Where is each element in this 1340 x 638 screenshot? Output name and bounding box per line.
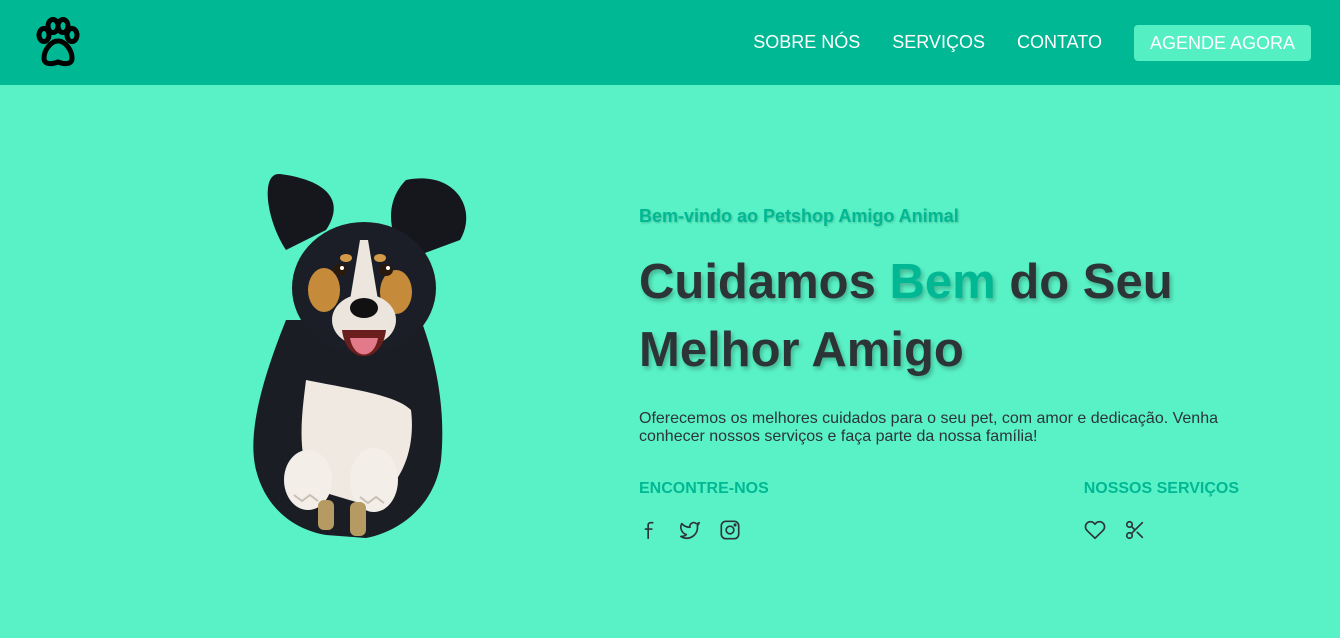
hero-links-row: ENCONTRE-NOS NOSSOS SERVIÇOS bbox=[639, 480, 1239, 541]
hero-subtitle: Bem-vindo ao Petshop Amigo Animal bbox=[639, 206, 959, 226]
hero-headline: Cuidamos Bem do Seu Melhor Amigo bbox=[639, 248, 1259, 384]
services-group: NOSSOS SERVIÇOS bbox=[1084, 480, 1239, 541]
nav-links: SOBRE NÓS SERVIÇOS CONTATO AGENDE AGORA bbox=[721, 24, 1311, 61]
facebook-icon[interactable] bbox=[639, 519, 661, 541]
headline-accent: Bem bbox=[889, 255, 996, 309]
find-us-group: ENCONTRE-NOS bbox=[639, 480, 769, 541]
twitter-icon[interactable] bbox=[679, 519, 701, 541]
paw-icon[interactable] bbox=[32, 16, 84, 69]
headline-part-1: Cuidamos bbox=[639, 255, 890, 309]
navbar: SOBRE NÓS SERVIÇOS CONTATO AGENDE AGORA bbox=[0, 0, 1340, 85]
nav-link-servicos[interactable]: SERVIÇOS bbox=[892, 32, 985, 53]
hero-description: Oferecemos os melhores cuidados para o s… bbox=[639, 410, 1218, 445]
hero-dog-image bbox=[246, 170, 482, 542]
service-icons bbox=[1084, 519, 1239, 541]
scissors-icon[interactable] bbox=[1124, 519, 1146, 541]
instagram-icon[interactable] bbox=[719, 519, 741, 541]
nav-link-sobre-nos[interactable]: SOBRE NÓS bbox=[753, 32, 860, 53]
nav-link-contato[interactable]: CONTATO bbox=[1017, 32, 1102, 53]
hero-text: Bem-vindo ao Petshop Amigo Animal Cuidam… bbox=[639, 204, 1259, 541]
services-title: NOSSOS SERVIÇOS bbox=[1083, 480, 1239, 497]
schedule-button[interactable]: AGENDE AGORA bbox=[1133, 24, 1311, 61]
find-us-title: ENCONTRE-NOS bbox=[639, 480, 769, 497]
heart-icon[interactable] bbox=[1084, 519, 1106, 541]
social-icons bbox=[639, 519, 769, 541]
